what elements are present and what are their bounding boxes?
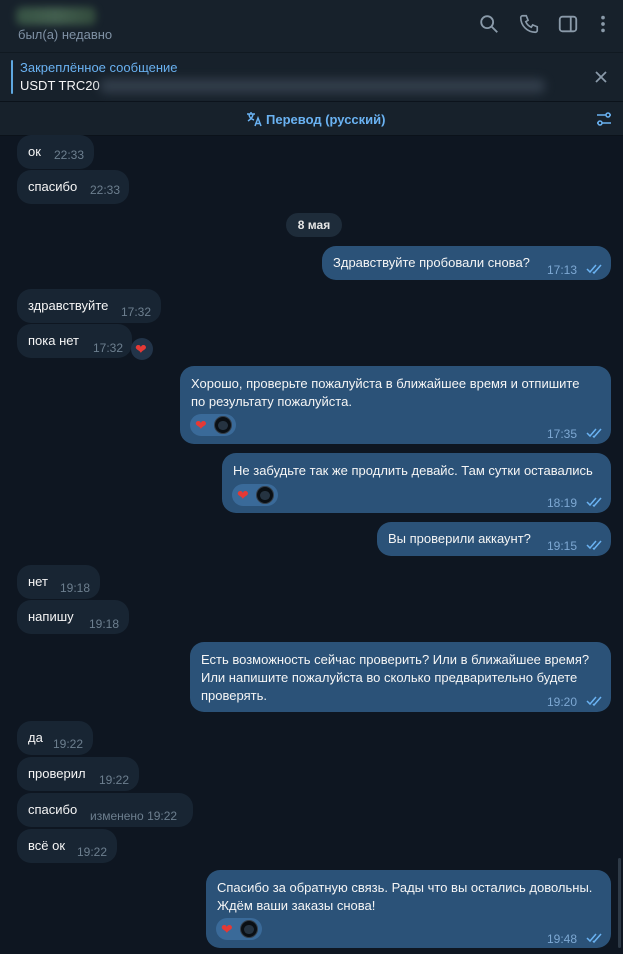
more-vertical-icon[interactable] (592, 13, 614, 35)
message-time: 18:19 (547, 496, 578, 510)
message-time: 17:35 (547, 427, 578, 441)
contact-status: был(а) недавно (18, 27, 113, 42)
message-time: изменено 19:22 (90, 809, 178, 823)
message-text-line: Есть возможность сейчас проверить? Или в… (201, 652, 590, 667)
message-time: 19:22 (53, 737, 84, 751)
chat-header: был(а) недавно (0, 0, 623, 53)
message-text: спасибо (28, 179, 78, 194)
message-text-line: по результату пожалуйста. (191, 394, 352, 409)
message-time: 19:22 (99, 773, 130, 787)
message-text: здравствуйте (28, 298, 109, 313)
message-text: нет (28, 574, 48, 589)
message-outgoing[interactable]: Не забудьте так же продлить девайс. Там … (222, 453, 611, 513)
translate-label: Перевод (русский) (266, 112, 386, 127)
message-text: Не забудьте так же продлить девайс. Там … (233, 463, 593, 478)
message-text: ок (28, 144, 41, 159)
double-check-icon (586, 496, 604, 508)
pinned-title: Закреплённое сообщение (20, 60, 178, 75)
translate-bar[interactable]: Перевод (русский) (0, 102, 623, 136)
pinned-accent-bar (11, 60, 13, 94)
message-time: 22:33 (90, 183, 121, 197)
scrollbar[interactable] (618, 858, 621, 948)
message-time: 19:20 (547, 695, 578, 709)
message-incoming[interactable]: пока нет 17:32 (17, 324, 132, 358)
message-text-line: Хорошо, проверьте пожалуйста в ближайшее… (191, 376, 580, 391)
message-time: 17:32 (121, 305, 152, 319)
message-outgoing[interactable]: Хорошо, проверьте пожалуйста в ближайшее… (180, 366, 611, 444)
double-check-icon (586, 263, 604, 275)
reaction-badge[interactable]: ❤ (232, 484, 278, 506)
message-incoming[interactable]: да 19:22 (17, 721, 93, 755)
pinned-text-blurred (100, 79, 545, 93)
phone-icon[interactable] (518, 13, 540, 35)
message-text: спасибо (28, 802, 78, 817)
avatar (240, 920, 258, 938)
double-check-icon (586, 932, 604, 944)
heart-icon: ❤ (135, 341, 147, 357)
date-separator: 8 мая (286, 213, 342, 237)
message-text-line: проверять. (201, 688, 267, 703)
message-time: 19:48 (547, 932, 578, 946)
message-time: 17:32 (93, 341, 124, 355)
reaction-badge[interactable]: ❤ (216, 918, 262, 940)
message-incoming[interactable]: проверил 19:22 (17, 757, 139, 791)
double-check-icon (586, 695, 604, 707)
heart-icon: ❤ (195, 417, 207, 433)
avatar (256, 486, 274, 504)
message-incoming[interactable]: ок 22:33 (17, 135, 94, 169)
search-icon[interactable] (478, 13, 500, 35)
pinned-message-bar[interactable]: Закреплённое сообщение USDT TRC20 (0, 53, 623, 102)
message-time: 19:18 (60, 581, 91, 595)
message-time: 22:33 (54, 148, 85, 162)
double-check-icon (586, 427, 604, 439)
message-time: 17:13 (547, 263, 578, 277)
message-time: 19:22 (77, 845, 108, 859)
message-text: пока нет (28, 333, 80, 348)
double-check-icon (586, 539, 604, 551)
message-text-line: Ждём ваши заказы снова! (217, 898, 376, 913)
reaction-badge[interactable]: ❤ (190, 414, 236, 436)
message-outgoing[interactable]: Вы проверили аккаунт? 19:15 (377, 522, 611, 556)
message-text: всё ок (28, 838, 66, 853)
message-text: да (28, 730, 43, 745)
message-outgoing[interactable]: Спасибо за обратную связь. Рады что вы о… (206, 870, 611, 948)
message-incoming[interactable]: напишу 19:18 (17, 600, 129, 634)
message-text-line: Спасибо за обратную связь. Рады что вы о… (217, 880, 593, 895)
pinned-text: USDT TRC20 (20, 78, 100, 93)
translate-icon (245, 110, 263, 128)
message-outgoing[interactable]: Здравствуйте пробовали снова? 17:13 (322, 246, 611, 280)
message-incoming[interactable]: спасибо 22:33 (17, 170, 129, 204)
sidebar-icon[interactable] (557, 13, 579, 35)
message-incoming[interactable]: всё ок 19:22 (17, 829, 117, 863)
avatar (214, 416, 232, 434)
heart-icon: ❤ (221, 921, 233, 937)
message-text: напишу (28, 609, 74, 624)
message-incoming[interactable]: здравствуйте 17:32 (17, 289, 161, 323)
message-text: проверил (28, 766, 86, 781)
message-incoming[interactable]: спасибо изменено 19:22 (17, 793, 193, 827)
message-time: 19:18 (89, 617, 120, 631)
message-incoming[interactable]: нет 19:18 (17, 565, 100, 599)
reaction-badge[interactable]: ❤ (131, 338, 153, 360)
message-time: 19:15 (547, 539, 578, 553)
message-outgoing[interactable]: Есть возможность сейчас проверить? Или в… (190, 642, 611, 712)
message-text-line: Или напишите пожалуйста во сколько предв… (201, 670, 578, 685)
close-icon[interactable] (593, 69, 609, 85)
translate-settings-icon[interactable] (595, 110, 613, 128)
message-text: Вы проверили аккаунт? (388, 531, 531, 546)
contact-name-blurred[interactable] (16, 7, 96, 25)
message-text: Здравствуйте пробовали снова? (333, 255, 530, 270)
heart-icon: ❤ (237, 487, 249, 503)
